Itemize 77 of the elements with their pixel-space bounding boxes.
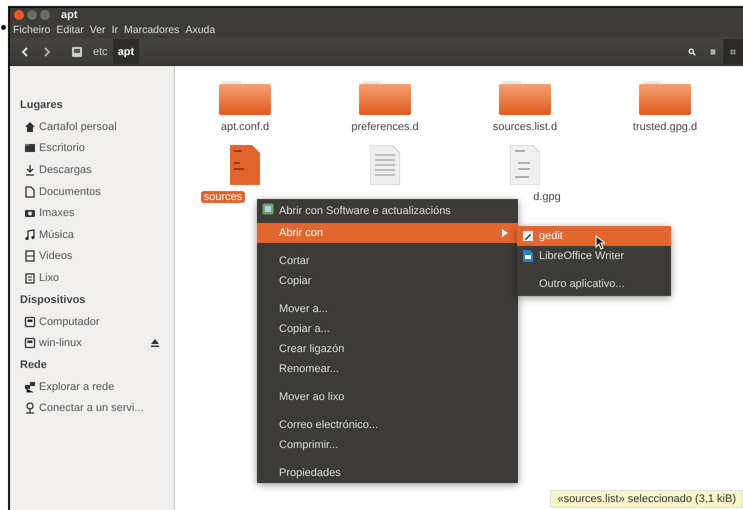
- drive-icon: [24, 316, 36, 328]
- menu-item[interactable]: Comprimir...: [257, 435, 518, 455]
- path-button[interactable]: etc: [88, 39, 113, 64]
- menu-item[interactable]: Marcadores: [124, 24, 180, 36]
- status-message: «sources.list» seleccionado (3,1 kiB): [550, 490, 743, 508]
- folder-icon[interactable]: [359, 81, 411, 115]
- sidebar-item[interactable]: Computador: [39, 316, 100, 328]
- home-icon: [24, 120, 36, 133]
- eject-icon[interactable]: [150, 338, 160, 348]
- menu-item[interactable]: Editar: [56, 24, 84, 36]
- menu-item[interactable]: Correo electrónico...: [257, 415, 518, 435]
- menu-item[interactable]: Renomear...: [257, 359, 518, 379]
- sidebar-heading: Dispositivos: [20, 292, 86, 308]
- grid-view-button[interactable]: [723, 39, 743, 64]
- menu-item[interactable]: Axuda: [185, 24, 216, 36]
- folder-icon[interactable]: [499, 81, 551, 115]
- sidebar-item[interactable]: Imaxes: [39, 207, 74, 220]
- file-name: sources.list.d: [492, 121, 558, 133]
- menu-item[interactable]: Mover a...: [257, 299, 518, 319]
- sidebar-item[interactable]: win-linux: [39, 337, 82, 350]
- down-icon: [24, 164, 36, 176]
- net-icon: [24, 380, 36, 393]
- menu-item[interactable]: Ir: [112, 24, 118, 36]
- menu-item[interactable]: Mover ao lixo: [257, 387, 518, 407]
- submenu-arrow-icon: [502, 229, 508, 237]
- folder-icon[interactable]: [639, 81, 691, 115]
- drive-icon: [71, 46, 83, 58]
- menu-item[interactable]: LibreOffice Writer: [517, 246, 671, 266]
- menu-item[interactable]: Ficheiro: [13, 24, 50, 36]
- music-icon: [24, 228, 36, 241]
- cam-icon: [24, 207, 36, 220]
- file-name: apt.conf.d: [220, 121, 270, 133]
- sidebar-item[interactable]: Escritorio: [39, 142, 85, 154]
- sidebar-item[interactable]: Descargas: [39, 164, 92, 176]
- sidebar-item[interactable]: Lixo: [39, 272, 60, 284]
- sidebar-item[interactable]: Música: [39, 228, 74, 241]
- search-icon: [688, 46, 696, 58]
- trash-icon: [24, 272, 36, 284]
- sidebar-item[interactable]: Conectar a un servi...: [39, 402, 144, 414]
- menu-item[interactable]: Crear ligazón: [257, 339, 518, 359]
- window-title: apt: [61, 9, 78, 21]
- sidebar-heading: Lugares: [20, 98, 64, 113]
- file-name: trusted.gpg.d: [632, 121, 698, 133]
- mouse-cursor-icon: [595, 235, 605, 250]
- minimize-button[interactable]: [27, 10, 37, 20]
- file-name: d.gpg: [533, 191, 561, 203]
- drive-icon: [24, 337, 36, 350]
- sidebar-heading: Rede: [20, 358, 48, 373]
- menu-item[interactable]: Copiar: [257, 271, 518, 291]
- folder-icon[interactable]: [219, 81, 271, 115]
- menu-item[interactable]: Copiar a...: [257, 319, 518, 339]
- document-file-icon[interactable]: [510, 145, 540, 185]
- bullet-icon: [1, 25, 6, 30]
- sidebar-item[interactable]: Cartafol persoal: [39, 120, 117, 133]
- grid-icon: [730, 46, 736, 56]
- file-name: preferences.d: [351, 121, 419, 133]
- sidebar-item[interactable]: Explorar a rede: [39, 380, 114, 393]
- close-button[interactable]: [14, 10, 24, 20]
- menu-item[interactable]: Propiedades: [257, 463, 518, 483]
- doc-icon: [24, 186, 36, 198]
- menu-item[interactable]: Ver: [90, 24, 106, 36]
- menu-item[interactable]: Cortar: [257, 251, 518, 271]
- app-icon: [262, 203, 274, 215]
- sidebar-item[interactable]: Videos: [39, 250, 72, 262]
- chevron-right-icon: [43, 46, 51, 56]
- document-icon: [522, 250, 534, 262]
- list-icon: [710, 46, 716, 56]
- chevron-left-icon: [21, 46, 29, 56]
- path-button[interactable]: apt: [112, 39, 140, 64]
- sidebar-item[interactable]: Documentos: [39, 186, 101, 198]
- text-file-icon[interactable]: [230, 145, 260, 185]
- menu-item[interactable]: Abrir con Software e actualizacións: [257, 199, 518, 223]
- file-name: sources: [200, 191, 246, 203]
- pencil-page-icon: [522, 230, 534, 242]
- maximize-button[interactable]: [40, 10, 50, 20]
- menu-item[interactable]: Outro aplicativo...: [517, 274, 671, 294]
- film-icon: [24, 250, 36, 262]
